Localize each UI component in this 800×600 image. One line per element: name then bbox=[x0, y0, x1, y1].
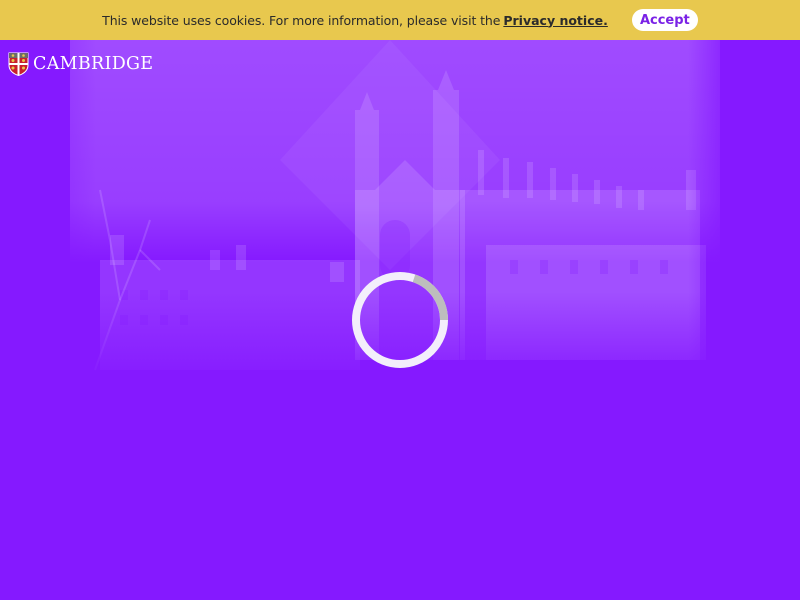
cookie-banner: This website uses cookies. For more info… bbox=[0, 0, 800, 40]
cookie-message: This website uses cookies. For more info… bbox=[102, 12, 501, 28]
cambridge-logo[interactable]: CAMBRIDGE bbox=[8, 52, 153, 76]
loading-spinner-icon bbox=[352, 272, 448, 368]
cambridge-wordmark: CAMBRIDGE bbox=[33, 54, 154, 74]
cambridge-crest-icon bbox=[8, 52, 29, 76]
accept-cookies-button[interactable]: Accept bbox=[631, 9, 698, 31]
privacy-notice-link[interactable]: Privacy notice. bbox=[503, 13, 608, 28]
